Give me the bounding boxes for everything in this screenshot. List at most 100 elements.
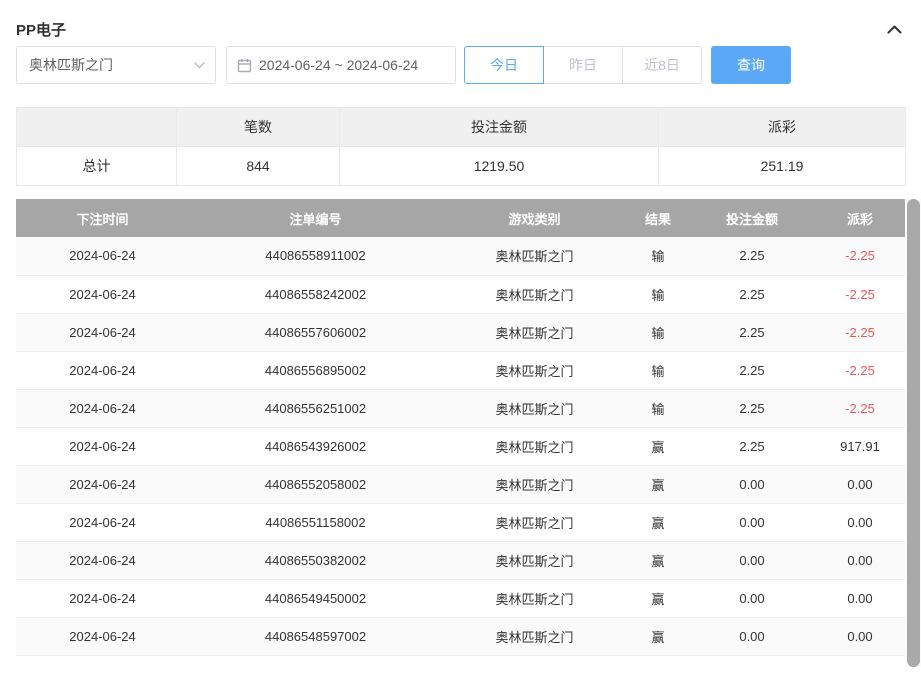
payout-cell: -2.25: [815, 275, 905, 313]
game-category-cell: 奥林匹斯之门: [442, 541, 627, 579]
summary-header-count: 笔数: [177, 108, 340, 147]
game-category-cell: 奥林匹斯之门: [442, 275, 627, 313]
scrollbar-thumb[interactable]: [907, 199, 920, 667]
search-button[interactable]: 查询: [711, 46, 791, 84]
game-category-cell: 奥林匹斯之门: [442, 503, 627, 541]
quick-btn-yesterday[interactable]: 昨日: [543, 46, 623, 84]
bet-amount-cell: 2.25: [689, 427, 815, 465]
payout-cell: -2.25: [815, 389, 905, 427]
bet-amount-cell: 0.00: [689, 617, 815, 655]
game-category-cell: 奥林匹斯之门: [442, 313, 627, 351]
bet-time-cell: 2024-06-24: [16, 541, 189, 579]
bet-table-body: 2024-06-2444086558911002奥林匹斯之门输2.25-2.25…: [16, 237, 905, 655]
result-cell: 赢: [627, 427, 689, 465]
bet-amount-cell: 2.25: [689, 237, 815, 275]
quick-date-button-group: 今日 昨日 近8日: [464, 46, 702, 84]
bet-time-cell: 2024-06-24: [16, 427, 189, 465]
payout-cell: 0.00: [815, 541, 905, 579]
table-row: 2024-06-2444086549450002奥林匹斯之门赢0.000.00: [16, 579, 905, 617]
bet-amount-cell: 0.00: [689, 541, 815, 579]
summary-header-payout: 派彩: [659, 108, 906, 147]
order-number-cell: 44086552058002: [189, 465, 442, 503]
bet-time-cell: 2024-06-24: [16, 389, 189, 427]
order-number-cell: 44086556251002: [189, 389, 442, 427]
result-cell: 输: [627, 389, 689, 427]
table-row: 2024-06-2444086558242002奥林匹斯之门输2.25-2.25: [16, 275, 905, 313]
order-number-cell: 44086551158002: [189, 503, 442, 541]
game-category-cell: 奥林匹斯之门: [442, 351, 627, 389]
header-bet-time: 下注时间: [16, 199, 189, 237]
payout-cell: 0.00: [815, 465, 905, 503]
summary-total-label: 总计: [17, 147, 177, 186]
order-number-cell: 44086548597002: [189, 617, 442, 655]
order-number-cell: 44086550382002: [189, 541, 442, 579]
bet-time-cell: 2024-06-24: [16, 351, 189, 389]
bet-time-cell: 2024-06-24: [16, 313, 189, 351]
header-bet-amount: 投注金额: [689, 199, 815, 237]
quick-btn-today[interactable]: 今日: [464, 46, 544, 84]
game-category-cell: 奥林匹斯之门: [442, 427, 627, 465]
bet-amount-cell: 2.25: [689, 389, 815, 427]
bet-amount-cell: 0.00: [689, 579, 815, 617]
summary-header-row: 笔数 投注金额 派彩: [17, 108, 906, 147]
chevron-down-icon: [194, 62, 205, 69]
bet-table-container: 下注时间 注单编号 游戏类别 结果 投注金额 派彩 2024-06-244408…: [16, 199, 921, 667]
table-row: 2024-06-2444086556895002奥林匹斯之门输2.25-2.25: [16, 351, 905, 389]
game-select[interactable]: 奥林匹斯之门: [16, 46, 216, 84]
order-number-cell: 44086543926002: [189, 427, 442, 465]
bet-time-cell: 2024-06-24: [16, 465, 189, 503]
summary-total-payout: 251.19: [659, 147, 906, 186]
game-category-cell: 奥林匹斯之门: [442, 617, 627, 655]
table-row: 2024-06-2444086550382002奥林匹斯之门赢0.000.00: [16, 541, 905, 579]
quick-btn-last-8-days[interactable]: 近8日: [622, 46, 702, 84]
date-range-picker[interactable]: 2024-06-24 ~ 2024-06-24: [226, 46, 456, 84]
table-row: 2024-06-2444086551158002奥林匹斯之门赢0.000.00: [16, 503, 905, 541]
game-category-cell: 奥林匹斯之门: [442, 237, 627, 275]
table-row: 2024-06-2444086556251002奥林匹斯之门输2.25-2.25: [16, 389, 905, 427]
order-number-cell: 44086549450002: [189, 579, 442, 617]
game-category-cell: 奥林匹斯之门: [442, 389, 627, 427]
order-number-cell: 44086556895002: [189, 351, 442, 389]
payout-cell: 0.00: [815, 617, 905, 655]
result-cell: 输: [627, 237, 689, 275]
summary-total-count: 844: [177, 147, 340, 186]
filter-row: 奥林匹斯之门 2024-06-24 ~ 2024-06-24 今日 昨日 近8日…: [16, 46, 905, 84]
bet-amount-cell: 0.00: [689, 503, 815, 541]
chevron-up-icon: [887, 25, 902, 34]
table-row: 2024-06-2444086552058002奥林匹斯之门赢0.000.00: [16, 465, 905, 503]
header-payout: 派彩: [815, 199, 905, 237]
game-select-value: 奥林匹斯之门: [29, 55, 113, 75]
calendar-icon: [237, 58, 252, 73]
header-order-number: 注单编号: [189, 199, 442, 237]
summary-header-bet-amount: 投注金额: [340, 108, 659, 147]
order-number-cell: 44086557606002: [189, 313, 442, 351]
table-row: 2024-06-2444086548597002奥林匹斯之门赢0.000.00: [16, 617, 905, 655]
bet-time-cell: 2024-06-24: [16, 237, 189, 275]
table-row: 2024-06-2444086558911002奥林匹斯之门输2.25-2.25: [16, 237, 905, 275]
summary-table: 笔数 投注金额 派彩 总计 844 1219.50 251.19: [16, 107, 906, 186]
collapse-panel-button[interactable]: [883, 18, 905, 40]
bet-time-cell: 2024-06-24: [16, 617, 189, 655]
result-cell: 输: [627, 351, 689, 389]
scrollbar-track: [906, 199, 921, 667]
payout-cell: 0.00: [815, 579, 905, 617]
result-cell: 赢: [627, 617, 689, 655]
result-cell: 赢: [627, 465, 689, 503]
game-category-cell: 奥林匹斯之门: [442, 579, 627, 617]
pp-electronic-panel: PP电子 奥林匹斯之门 2024-06-24 ~ 2024-06-: [0, 0, 921, 667]
order-number-cell: 44086558242002: [189, 275, 442, 313]
header-game-category: 游戏类别: [442, 199, 627, 237]
header-result: 结果: [627, 199, 689, 237]
bet-table: 下注时间 注单编号 游戏类别 结果 投注金额 派彩 2024-06-244408…: [16, 199, 905, 656]
bet-table-header-row: 下注时间 注单编号 游戏类别 结果 投注金额 派彩: [16, 199, 905, 237]
table-row: 2024-06-2444086543926002奥林匹斯之门赢2.25917.9…: [16, 427, 905, 465]
panel-header: PP电子: [16, 0, 905, 44]
result-cell: 输: [627, 313, 689, 351]
bet-amount-cell: 2.25: [689, 351, 815, 389]
bet-amount-cell: 2.25: [689, 313, 815, 351]
bet-time-cell: 2024-06-24: [16, 503, 189, 541]
summary-header-empty: [17, 108, 177, 147]
result-cell: 赢: [627, 579, 689, 617]
summary-total-row: 总计 844 1219.50 251.19: [17, 147, 906, 186]
payout-cell: -2.25: [815, 237, 905, 275]
